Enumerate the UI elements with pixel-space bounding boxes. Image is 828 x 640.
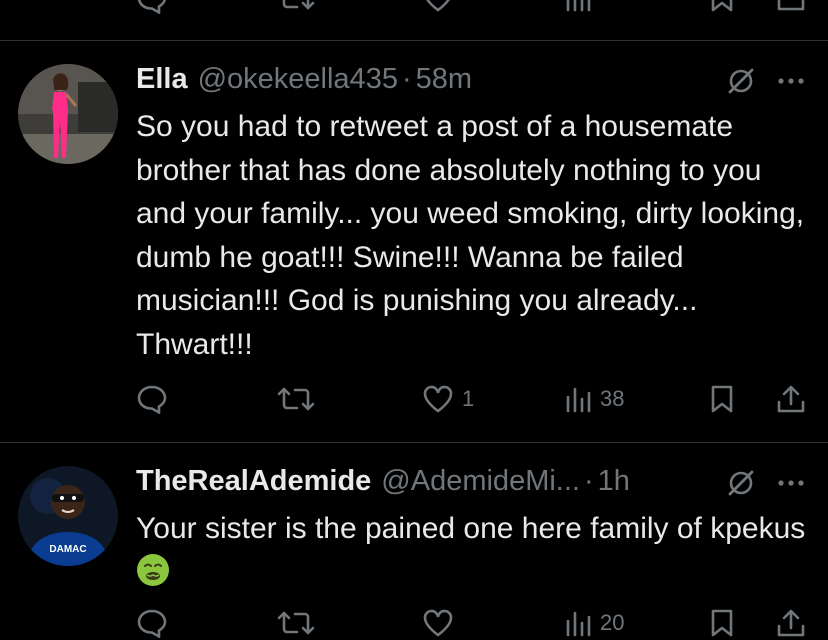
tweet-header: Ella @okekeella435 · 58m (136, 62, 472, 96)
like-button[interactable]: 1 (422, 382, 474, 416)
heart-icon (422, 609, 454, 637)
separator: · (401, 62, 412, 95)
share-icon (776, 608, 806, 638)
grok-icon[interactable] (726, 468, 756, 498)
bookmark-button[interactable] (708, 606, 736, 640)
view-count: 20 (600, 610, 625, 635)
tweet-text-container: Your sister is the pained one here famil… (136, 507, 816, 594)
share-icon (776, 384, 806, 414)
more-icon[interactable] (776, 66, 806, 96)
avatar[interactable]: DAMAC (18, 466, 118, 566)
retweet-icon[interactable] (276, 0, 316, 12)
avatar[interactable] (18, 64, 118, 164)
views-icon (564, 385, 592, 413)
retweet-button[interactable] (276, 606, 316, 640)
tweet-actions: 1 38 (0, 382, 828, 416)
bookmark-icon[interactable] (708, 0, 736, 12)
more-icon[interactable] (776, 468, 806, 498)
tweet-ella[interactable]: Ella @okekeella435 · 58m So you had to r… (0, 40, 828, 442)
nauseated-face-emoji (136, 553, 170, 587)
jersey-sponsor-logo: DAMAC (49, 544, 86, 555)
bookmark-icon (708, 609, 736, 637)
views-button[interactable]: 38 (564, 382, 624, 416)
tweet-therealademide[interactable]: DAMAC TheRealAdemide @AdemideMi... · 1h … (0, 442, 828, 639)
user-handle[interactable]: @AdemideMi... (381, 465, 580, 498)
tweet-text: So you had to retweet a post of a housem… (136, 110, 805, 361)
share-button[interactable] (776, 606, 806, 640)
reply-icon[interactable] (136, 0, 168, 14)
view-count: 38 (600, 386, 625, 411)
heart-icon (422, 385, 454, 413)
display-name[interactable]: Ella (136, 63, 188, 96)
reply-button[interactable] (136, 606, 168, 640)
tweet-actions: 20 (0, 606, 828, 640)
grok-icon[interactable] (726, 66, 756, 96)
timestamp[interactable]: 1h (598, 465, 630, 498)
views-icon[interactable] (564, 0, 592, 12)
reply-icon (136, 608, 168, 638)
reply-icon (136, 384, 168, 414)
tweet-header: TheRealAdemide @AdemideMi... · 1h (136, 464, 630, 498)
like-count: 1 (462, 386, 475, 411)
display-name[interactable]: TheRealAdemide (136, 465, 371, 498)
like-button[interactable] (422, 606, 454, 640)
bookmark-button[interactable] (708, 382, 736, 416)
user-handle[interactable]: @okekeella435 (198, 63, 398, 96)
retweet-icon (276, 385, 316, 413)
tweet-text: Your sister is the pained one here famil… (136, 512, 806, 545)
reply-button[interactable] (136, 382, 168, 416)
bookmark-icon (708, 385, 736, 413)
views-icon (564, 609, 592, 637)
timestamp[interactable]: 58m (416, 63, 472, 96)
share-icon[interactable] (776, 0, 806, 12)
share-button[interactable] (776, 382, 806, 416)
views-button[interactable]: 20 (564, 606, 624, 640)
separator: · (583, 464, 594, 497)
retweet-icon (276, 609, 316, 637)
retweet-button[interactable] (276, 382, 316, 416)
heart-icon[interactable] (422, 0, 454, 12)
previous-tweet-actions (0, 0, 828, 14)
